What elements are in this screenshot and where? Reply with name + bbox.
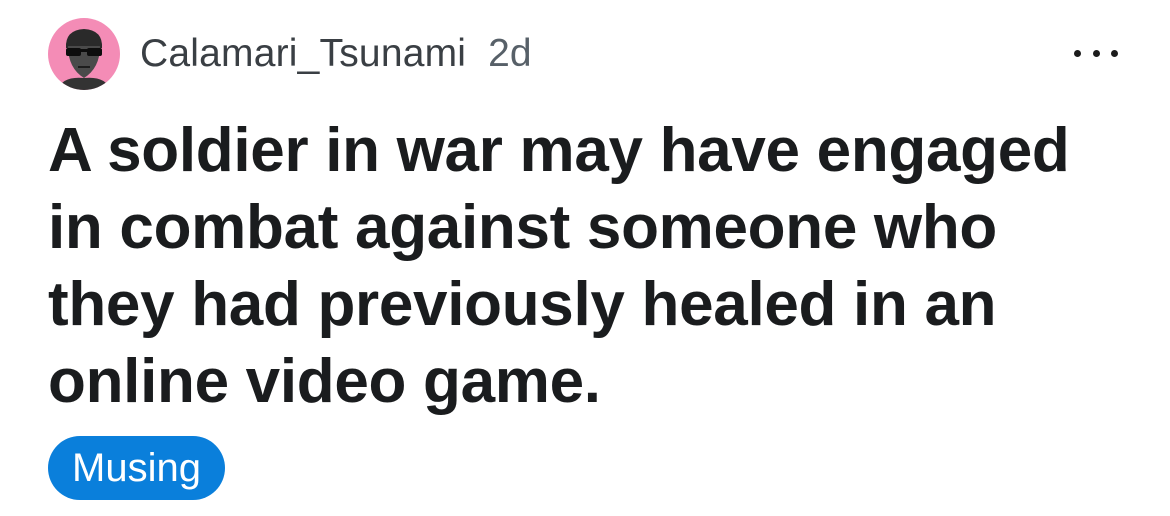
more-dot-icon xyxy=(1074,49,1081,57)
post-age: 2d xyxy=(488,32,532,75)
more-dot-icon xyxy=(1111,49,1118,57)
post-flair-badge[interactable]: Musing xyxy=(48,436,225,500)
more-options-button[interactable] xyxy=(1074,40,1118,66)
avatar-person-icon xyxy=(58,29,110,90)
post-title[interactable]: A soldier in war may have engaged in com… xyxy=(48,112,1128,420)
post-card[interactable]: Calamari_Tsunami 2d A soldier in war may… xyxy=(0,0,1170,516)
more-dot-icon xyxy=(1092,49,1100,57)
user-avatar[interactable] xyxy=(48,18,120,90)
post-header: Calamari_Tsunami 2d xyxy=(48,18,532,90)
author-username[interactable]: Calamari_Tsunami xyxy=(140,32,466,76)
